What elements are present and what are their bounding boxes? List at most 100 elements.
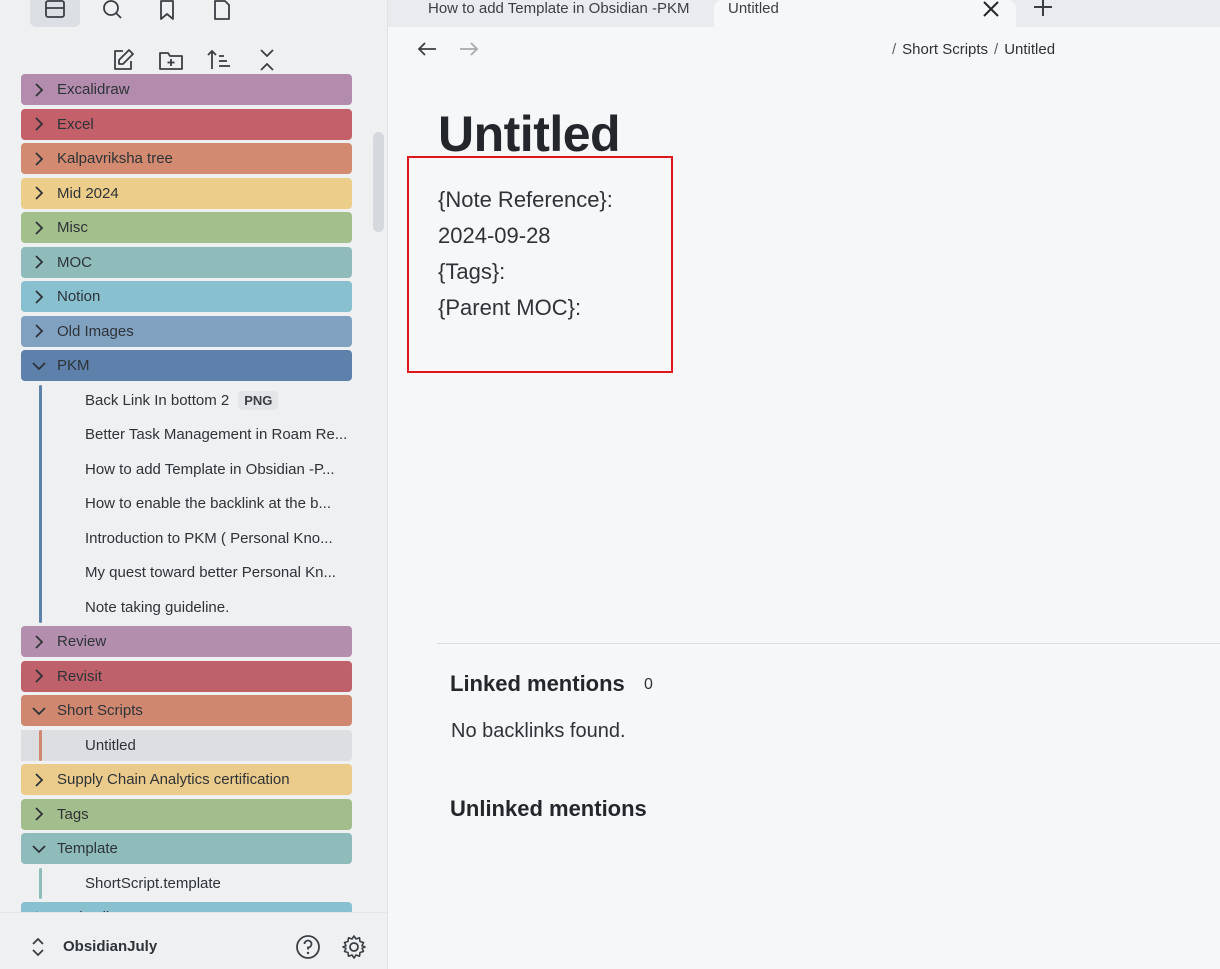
folder-old-images[interactable]: Old Images [21,315,352,347]
chevron-down-icon [32,361,46,370]
folder-label: Template [57,840,118,857]
chevron-right-icon [35,151,44,166]
indent-guide [39,384,42,623]
folder-web-clips[interactable]: Web Clips [21,902,352,912]
help-icon [296,935,320,959]
sidebar-scrollbar[interactable] [373,132,384,232]
folder-revisit[interactable]: Revisit [21,660,352,692]
folder-label: Excel [57,115,94,133]
file-item[interactable]: How to add Template in Obsidian -P... [40,454,352,485]
chevron-right-icon [35,634,44,649]
note-line-tags[interactable]: {Tags}: [438,259,505,285]
chevron-right-icon [35,807,44,821]
vault-name[interactable]: ObsidianJuly [63,938,157,955]
note-line-reference[interactable]: {Note Reference}: [438,187,613,213]
tab-how-to-add-template[interactable]: How to add Template in Obsidian -PKM [428,0,690,27]
file-label: Better Task Management in Roam Re... [85,426,348,443]
file-label: Introduction to PKM ( Personal Kno... [85,529,333,547]
no-backlinks-text: No backlinks found. [451,720,626,742]
unlinked-mentions-heading[interactable]: Unlinked mentions [450,796,647,822]
file-item[interactable]: Back Link In bottom 2 PNG [40,385,352,416]
chevron-right-icon [21,74,57,105]
folder-label: Review [57,633,107,650]
file-tree: Excalidraw Excel Kalpavriksha tree Mid 2024… [0,0,370,912]
left-sidebar: Excalidraw Excel Kalpavriksha tree Mid 2024… [0,0,388,969]
folder-excel[interactable]: Excel [21,108,352,140]
chevron-right-icon [21,281,57,312]
folder-label: MOC [57,253,92,271]
breadcrumb: / Short Scripts / Untitled [886,41,1055,58]
tab-bar: How to add Template in Obsidian -PKM Unt… [388,0,1220,27]
file-label: Back Link In bottom 2 [85,391,230,409]
folder-moc[interactable]: MOC [21,246,352,278]
folder-mid-2024[interactable]: Mid 2024 [21,177,352,209]
folder-label: Revisit [57,667,103,685]
folder-short-scripts[interactable]: Short Scripts [21,695,352,726]
settings-button[interactable] [341,934,367,960]
chevron-right-icon [21,212,57,243]
tab-untitled[interactable]: Untitled [714,0,1016,27]
folder-supply-chain-analytics-certification[interactable]: Supply Chain Analytics certification [21,764,352,795]
breadcrumb-file[interactable]: Untitled [1004,41,1055,58]
chevron-right-icon [21,764,57,795]
tab-close-button[interactable] [979,0,1003,21]
folder-label: Supply Chain Analytics certification [57,771,290,788]
tab-label: How to add Template in Obsidian -PKM [428,0,690,17]
vault-switcher-button[interactable] [28,935,48,959]
plus-icon [1034,0,1052,16]
chevron-down-icon [32,844,46,853]
file-item[interactable]: Untitled [21,729,352,761]
editor-pane: / Short Scripts / Untitled Untitled {Note R… [388,27,1220,969]
folder-misc[interactable]: Misc [21,212,352,243]
chevron-right-icon [35,289,44,304]
linked-mentions-count: 0 [644,676,653,693]
vault-switcher-bar: ObsidianJuly [0,912,387,969]
folder-tags[interactable]: Tags [21,798,352,830]
file-item[interactable]: How to enable the backlink at the b... [40,488,352,519]
file-label: Untitled [85,736,136,754]
chevron-down-icon [21,350,57,381]
file-extension-badge: PNG [238,390,279,410]
folder-notion[interactable]: Notion [21,281,352,312]
forward-button[interactable] [455,35,483,63]
chevron-down-icon [32,706,46,715]
chevron-right-icon [35,186,44,200]
chevron-right-icon [35,669,44,683]
chevron-down-icon [21,695,57,726]
file-item[interactable]: Better Task Management in Roam Re... [40,419,352,450]
new-tab-button[interactable] [1031,0,1055,19]
folder-label: PKM [57,357,90,374]
folder-pkm[interactable]: PKM [21,350,352,381]
folder-kalpavriksha-tree[interactable]: Kalpavriksha tree [21,143,352,174]
folder-template[interactable]: Template [21,833,352,864]
file-item[interactable]: Note taking guideline. [40,592,352,623]
folder-label: Misc [57,219,88,236]
file-label: My quest toward better Personal Kn... [85,564,336,581]
chevron-right-icon [35,255,44,269]
help-button[interactable] [295,934,321,960]
file-label: Note taking guideline. [85,598,230,616]
chevron-right-icon [21,626,57,657]
chevron-right-icon [35,324,44,338]
folder-excalidraw[interactable]: Excalidraw [21,74,352,105]
file-item[interactable]: My quest toward better Personal Kn... [40,557,352,588]
linked-mentions-heading[interactable]: Linked mentions [450,671,625,697]
close-icon [983,1,999,17]
note-line-parent-moc[interactable]: {Parent MOC}: [438,295,581,321]
file-label: ShortScript.template [85,874,221,892]
file-item[interactable]: ShortScript.template [40,868,352,899]
breadcrumb-folder[interactable]: Short Scripts [902,41,988,58]
note-line-date[interactable]: 2024-09-28 [438,223,551,249]
folder-review[interactable]: Review [21,626,352,657]
chevron-right-icon [21,316,57,347]
chevron-right-icon [21,661,57,692]
arrow-left-icon [417,42,436,56]
gear-icon [342,935,366,959]
file-item[interactable]: Introduction to PKM ( Personal Kno... [40,523,352,554]
back-button[interactable] [413,35,441,63]
chevron-right-icon [21,143,57,174]
note-title[interactable]: Untitled [438,105,621,163]
chevron-right-icon [35,117,44,131]
folder-label: Notion [57,288,101,305]
file-label: How to add Template in Obsidian -P... [85,460,335,478]
